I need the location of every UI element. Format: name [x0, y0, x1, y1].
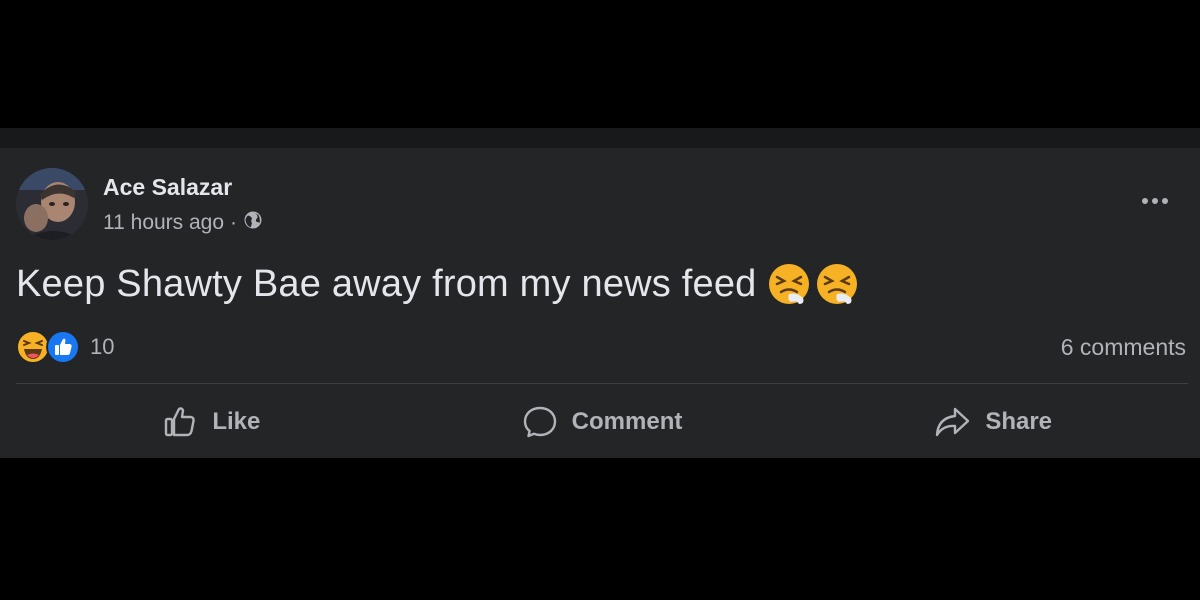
dot-icon [1162, 198, 1168, 204]
post-meta: 11 hours ago · [103, 210, 263, 236]
like-label: Like [212, 408, 261, 435]
share-arrow-icon [936, 407, 970, 437]
thumbs-up-icon [165, 407, 196, 437]
feed-gap [0, 128, 1200, 148]
dot-icon [1142, 198, 1148, 204]
avatar[interactable] [16, 168, 88, 240]
share-label: Share [985, 408, 1053, 435]
share-button[interactable]: Share [797, 392, 1188, 452]
post-body: Keep Shawty Bae away from my news feed [16, 262, 859, 306]
face-with-steam-icon [816, 264, 857, 304]
like-reaction-icon [46, 330, 80, 364]
timestamp[interactable]: 11 hours ago [103, 211, 224, 235]
face-with-steam-icon [768, 264, 809, 304]
reactions-summary[interactable]: 10 [16, 330, 114, 364]
post-text: Keep Shawty Bae away from my news feed [16, 262, 757, 305]
reaction-count: 10 [90, 334, 115, 359]
more-options-button[interactable] [1138, 188, 1172, 214]
globe-icon[interactable] [243, 210, 263, 236]
post-card: Ace Salazar 11 hours ago · Keep Shawty B… [0, 148, 1200, 458]
comment-bubble-icon [523, 406, 556, 438]
divider [16, 383, 1188, 384]
haha-reaction-icon [16, 330, 50, 364]
post-actions: Like Comment Share [16, 392, 1188, 452]
dot-icon [1152, 198, 1158, 204]
comments-count[interactable]: 6 comments [1061, 334, 1186, 361]
avatar-photo [16, 168, 88, 240]
like-button[interactable]: Like [16, 392, 407, 452]
comment-button[interactable]: Comment [407, 392, 798, 452]
comment-label: Comment [571, 408, 683, 435]
author-name[interactable]: Ace Salazar [103, 174, 232, 201]
post-emojis [767, 262, 859, 306]
meta-separator: · [230, 211, 238, 234]
